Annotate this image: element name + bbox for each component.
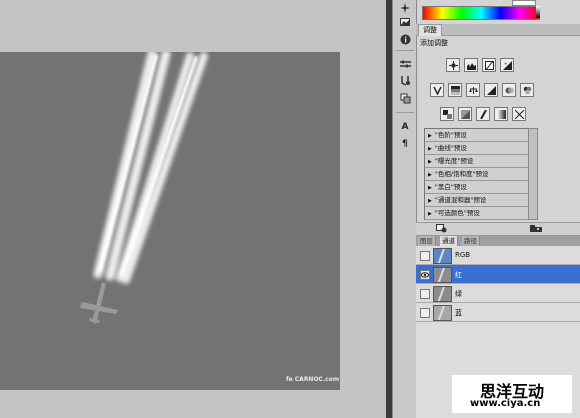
- posterize-icon[interactable]: [458, 107, 472, 121]
- adjustment-icons-row-2: [430, 83, 534, 97]
- tab-paths[interactable]: 路径: [462, 236, 480, 246]
- preset-scrollbar[interactable]: [528, 128, 538, 220]
- threshold-icon[interactable]: [476, 107, 490, 121]
- clone-source-icon[interactable]: [398, 74, 412, 86]
- levels-icon[interactable]: [464, 58, 478, 72]
- curves-icon[interactable]: [482, 58, 496, 72]
- visibility-toggle[interactable]: [420, 289, 430, 299]
- expand-triangle-icon[interactable]: ▶: [428, 169, 432, 181]
- info-icon[interactable]: [398, 33, 412, 45]
- vibrance-icon[interactable]: [430, 83, 444, 97]
- gradient-map-icon[interactable]: [494, 107, 508, 121]
- selective-color-icon[interactable]: [512, 107, 526, 121]
- preset-item[interactable]: ▶ "色相/饱和度"预设: [425, 168, 528, 181]
- adjustment-preset-list[interactable]: ▶ "色阶"预设 ▶ "曲线"预设 ▶ "曝光度"预设 ▶ "色相/饱和度"预设 ▶ "黑…: [424, 128, 529, 220]
- expand-triangle-icon[interactable]: ▶: [428, 182, 432, 194]
- invert-icon[interactable]: [440, 107, 454, 121]
- adjustment-icons-row-3: [440, 107, 526, 121]
- visibility-toggle[interactable]: [420, 308, 430, 318]
- preset-item[interactable]: ▶ "色阶"预设: [425, 129, 528, 142]
- channel-name: 绿: [455, 290, 462, 298]
- paragraph-icon[interactable]: ¶: [398, 138, 412, 150]
- photo-image: [0, 52, 340, 390]
- preset-item[interactable]: ▶ "曝光度"预设: [425, 155, 528, 168]
- image-icon[interactable]: [398, 16, 412, 28]
- photo-filter-icon[interactable]: [502, 83, 516, 97]
- site-logo-url: www.ciya.cn: [470, 398, 541, 409]
- preset-item[interactable]: ▶ "通道混和器"预设: [425, 194, 528, 207]
- contrail-photo: [0, 52, 340, 390]
- brightness-contrast-icon[interactable]: [446, 58, 460, 72]
- expand-triangle-icon[interactable]: ▶: [428, 143, 432, 155]
- expand-triangle-icon[interactable]: ▶: [428, 208, 432, 220]
- panel-options-icon[interactable]: [530, 224, 542, 235]
- photo-watermark: fe CARNOC.com: [286, 376, 340, 383]
- clip-layer-icon[interactable]: [436, 224, 447, 235]
- tool-separator: [396, 50, 414, 51]
- tab-channels[interactable]: 通道: [440, 236, 458, 246]
- tab-adjustments[interactable]: 调整: [418, 24, 442, 36]
- tool-separator: [396, 112, 414, 113]
- expand-triangle-icon[interactable]: ▶: [428, 130, 432, 142]
- text-A-icon[interactable]: A: [398, 121, 412, 133]
- visibility-toggle[interactable]: [420, 251, 430, 261]
- expand-triangle-icon[interactable]: ▶: [428, 156, 432, 168]
- channel-thumbnail: [433, 305, 452, 321]
- preset-item[interactable]: ▶ "黑白"预设: [425, 181, 528, 194]
- adjustment-icons-row-1: +: [446, 58, 514, 72]
- channel-name: 蓝: [455, 309, 462, 317]
- channel-name: RGB: [455, 251, 471, 259]
- channel-mixer-icon[interactable]: [520, 83, 534, 97]
- channel-thumbnail: [433, 248, 452, 264]
- preset-item[interactable]: ▶ "可选颜色"预设: [425, 207, 528, 220]
- black-white-ramp[interactable]: [536, 6, 540, 18]
- tab-layers[interactable]: 图层: [418, 236, 436, 246]
- layers-comp-icon[interactable]: [398, 92, 412, 104]
- brush-settings-icon[interactable]: [398, 58, 412, 70]
- adjustments-title: 添加调整: [420, 39, 448, 47]
- channel-name: 红: [455, 271, 462, 279]
- channel-thumbnail: [433, 267, 452, 283]
- preset-item[interactable]: ▶ "曲线"预设: [425, 142, 528, 155]
- black-white-icon[interactable]: [484, 83, 498, 97]
- channel-thumbnail: [433, 286, 452, 302]
- hue-saturation-icon[interactable]: [448, 83, 462, 97]
- color-spectrum-bar[interactable]: [422, 6, 540, 20]
- color-balance-icon[interactable]: [466, 83, 480, 97]
- eye-icon[interactable]: [420, 270, 430, 280]
- svg-text:+: +: [504, 61, 507, 66]
- sparkle-icon[interactable]: [398, 2, 412, 14]
- exposure-icon[interactable]: +: [500, 58, 514, 72]
- expand-triangle-icon[interactable]: ▶: [428, 195, 432, 207]
